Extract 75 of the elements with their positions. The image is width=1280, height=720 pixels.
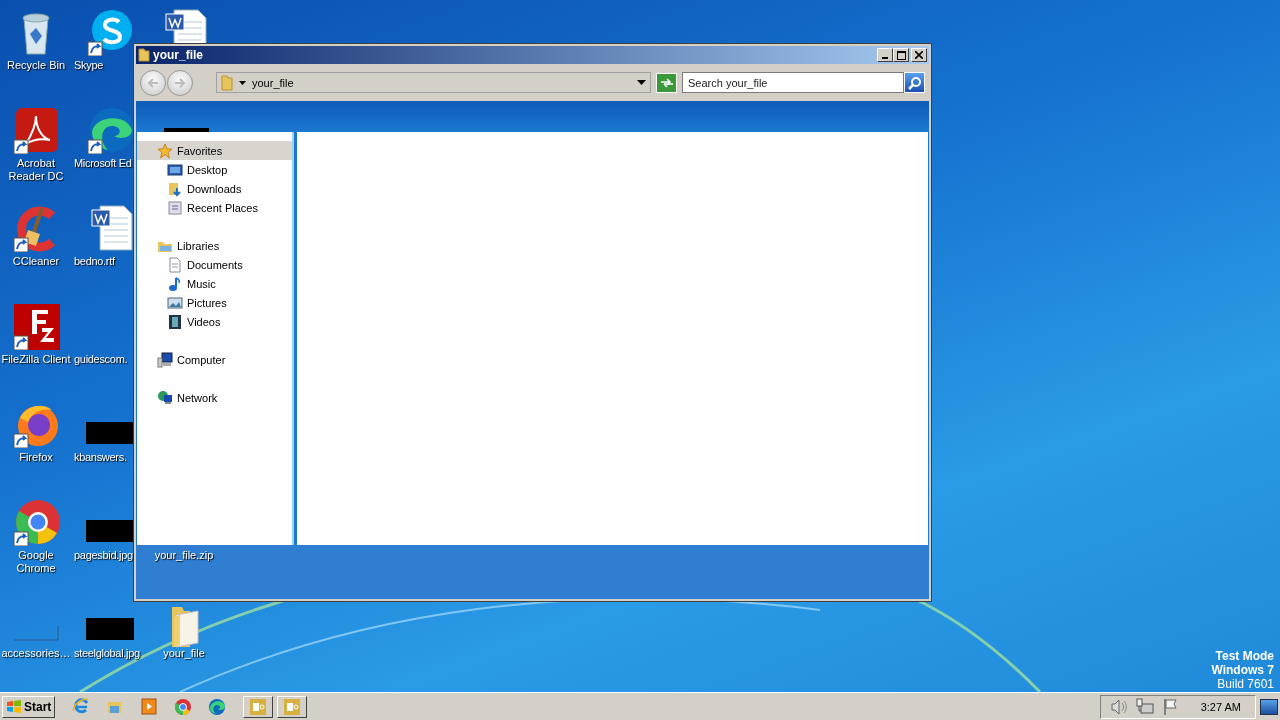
windows-logo-icon [6, 699, 22, 714]
clock[interactable]: 3:27 AM [1200, 700, 1241, 713]
system-notice-text: Windows 7 [1211, 663, 1274, 677]
nav-item[interactable]: Pictures [137, 293, 292, 312]
star-icon [157, 142, 173, 159]
system-notice-text: Test Mode [1215, 649, 1274, 663]
music-icon [167, 275, 183, 292]
folder-icon [221, 74, 233, 91]
desktop-icon-label[interactable]: pagesbid.jpg [74, 549, 133, 562]
desktop-icon[interactable] [12, 302, 60, 350]
desktop-icon-label[interactable]: Microsoft Ed [74, 157, 132, 170]
back-arrow-icon [147, 77, 159, 88]
desktop-icon-label[interactable]: Recycle Bin [0, 59, 73, 72]
search-icon [907, 75, 922, 90]
dropdown-caret-icon[interactable] [637, 80, 646, 85]
desktop-icon [167, 161, 183, 178]
desktop-icon[interactable] [12, 498, 60, 546]
desktop-icon-label[interactable]: bedno.rtf [74, 255, 115, 268]
search-button[interactable] [904, 72, 925, 93]
nav-item[interactable]: Network [137, 388, 292, 407]
chrome-icon[interactable] [173, 696, 194, 717]
desktop-icon-label[interactable]: FileZilla Client [0, 353, 73, 366]
nav-item[interactable]: Favorites [137, 141, 292, 160]
search-field[interactable]: Search your_file [682, 72, 904, 93]
desktop-icon-label[interactable]: Google Chrome [0, 549, 73, 575]
recent-icon [167, 199, 183, 216]
desktop-icon-label[interactable]: kbanswers. [74, 451, 127, 464]
close-button[interactable] [911, 48, 927, 62]
desktop-icon-label[interactable]: Firefox [0, 451, 73, 464]
nav-item[interactable]: Desktop [137, 160, 292, 179]
desktop-icon-label[interactable]: Skype [74, 59, 104, 72]
address-text: your_file [252, 76, 295, 89]
maximize-icon [896, 50, 906, 60]
media-icon[interactable] [139, 696, 160, 717]
taskbar-button[interactable] [277, 695, 308, 718]
desktop-icon-label[interactable]: your_file.zip [147, 549, 221, 562]
system-notice-text: Build 7601 [1217, 677, 1274, 691]
computer-icon [157, 351, 173, 368]
documents-icon [167, 256, 183, 273]
folder-icon [138, 48, 150, 62]
taskbar-button[interactable] [243, 695, 274, 718]
nav-item[interactable]: Libraries [137, 236, 292, 255]
network-icon[interactable] [1134, 696, 1155, 717]
nav-item[interactable]: Downloads [137, 179, 292, 198]
desktop-icon-label[interactable]: guidescom. [74, 353, 128, 366]
start-button[interactable]: Start [2, 695, 56, 718]
nav-item[interactable]: Music [137, 274, 292, 293]
minimize-button[interactable] [877, 48, 893, 62]
pictures-icon [167, 294, 183, 311]
show-desktop-button[interactable] [1260, 698, 1278, 715]
forward-arrow-icon [174, 77, 186, 88]
address-bar[interactable]: your_file [216, 72, 651, 93]
desktop-icon-label[interactable]: CCleaner [0, 255, 73, 268]
desktop-icon[interactable] [12, 106, 60, 154]
window-title: your_file [153, 48, 204, 62]
refresh-button[interactable] [656, 72, 677, 93]
refresh-arrows-icon [659, 77, 674, 88]
app-icon [282, 696, 303, 717]
redacted-bar [164, 128, 209, 132]
caret-icon[interactable] [239, 80, 246, 85]
desktop-icon-label[interactable]: Acrobat Reader DC [0, 157, 73, 183]
videos-icon [167, 313, 183, 330]
desktop-icon[interactable] [86, 8, 134, 56]
desktop-icon-label[interactable]: accessories… [0, 647, 73, 660]
downloads-icon [167, 180, 183, 197]
nav-item[interactable]: Computer [137, 350, 292, 369]
edge-icon[interactable] [207, 696, 228, 717]
close-icon [915, 51, 923, 59]
nav-item[interactable]: Recent Places [137, 198, 292, 217]
app-icon [248, 696, 269, 717]
desktop-icon[interactable] [86, 106, 134, 154]
network-icon [157, 389, 173, 406]
nav-item[interactable]: Documents [137, 255, 292, 274]
nav-item[interactable]: Videos [137, 312, 292, 331]
maximize-button[interactable] [893, 48, 909, 62]
